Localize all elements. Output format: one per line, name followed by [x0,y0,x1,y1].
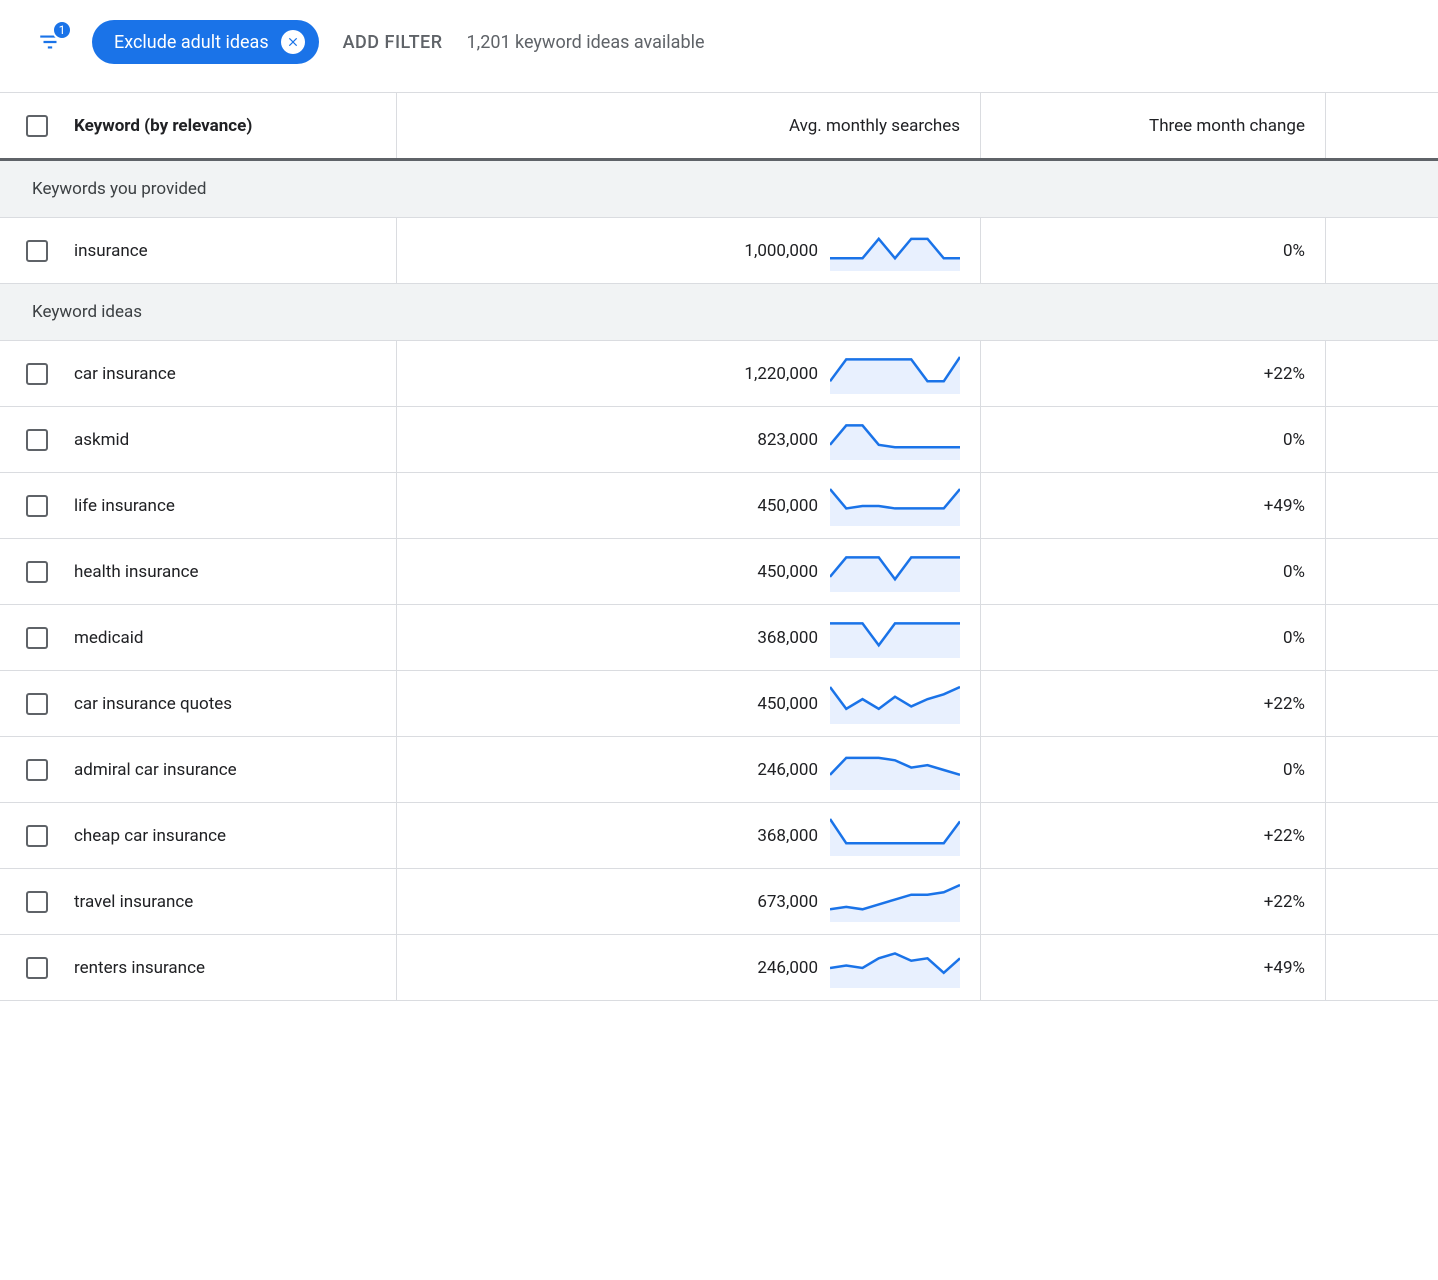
extra-cell [1325,737,1438,802]
row-checkbox[interactable] [26,825,48,847]
searches-value: 368,000 [757,826,818,846]
change-cell: +22% [980,341,1325,406]
change-cell: +22% [980,869,1325,934]
keyword-cell[interactable]: askmid [74,407,396,472]
table-row: health insurance 450,000 0% [0,539,1438,605]
searches-cell: 368,000 [396,605,980,670]
keyword-cell[interactable]: medicaid [74,605,396,670]
change-cell: +49% [980,935,1325,1000]
row-checkbox[interactable] [26,891,48,913]
section-header: Keyword ideas [0,284,1438,341]
searches-cell: 1,220,000 [396,341,980,406]
row-checkbox[interactable] [26,363,48,385]
table-row: askmid 823,000 0% [0,407,1438,473]
searches-cell: 1,000,000 [396,218,980,283]
keyword-cell[interactable]: travel insurance [74,869,396,934]
table-row: admiral car insurance 246,000 0% [0,737,1438,803]
keyword-availability-text: 1,201 keyword ideas available [467,32,705,53]
header-change[interactable]: Three month change [980,93,1325,158]
table-row: medicaid 368,000 0% [0,605,1438,671]
table-row: car insurance quotes 450,000 +22% [0,671,1438,737]
extra-cell [1325,407,1438,472]
row-checkbox[interactable] [26,429,48,451]
searches-cell: 823,000 [396,407,980,472]
change-cell: 0% [980,737,1325,802]
searches-value: 1,220,000 [744,364,818,384]
extra-cell [1325,605,1438,670]
row-checkbox[interactable] [26,957,48,979]
change-cell: 0% [980,605,1325,670]
searches-cell: 246,000 [396,737,980,802]
searches-value: 368,000 [757,628,818,648]
table-row: life insurance 450,000 +49% [0,473,1438,539]
keyword-cell[interactable]: car insurance [74,341,396,406]
change-cell: +22% [980,671,1325,736]
filter-badge-count: 1 [52,20,72,40]
row-checkbox[interactable] [26,627,48,649]
keyword-cell[interactable]: cheap car insurance [74,803,396,868]
change-cell: +22% [980,803,1325,868]
extra-cell [1325,341,1438,406]
table-header-row: Keyword (by relevance) Avg. monthly sear… [0,93,1438,161]
filter-bar: 1 Exclude adult ideas ADD FILTER 1,201 k… [0,0,1438,93]
keyword-cell[interactable]: insurance [74,218,396,283]
close-icon[interactable] [281,30,305,54]
row-checkbox[interactable] [26,495,48,517]
searches-value: 1,000,000 [744,241,818,261]
table-row: insurance 1,000,000 0% [0,218,1438,284]
change-cell: +49% [980,473,1325,538]
filter-icon[interactable]: 1 [32,24,68,60]
section-header: Keywords you provided [0,161,1438,218]
searches-value: 673,000 [757,892,818,912]
header-searches[interactable]: Avg. monthly searches [396,93,980,158]
searches-value: 450,000 [757,496,818,516]
keyword-cell[interactable]: life insurance [74,473,396,538]
row-checkbox[interactable] [26,240,48,262]
extra-cell [1325,935,1438,1000]
searches-value: 823,000 [757,430,818,450]
table-row: travel insurance 673,000 +22% [0,869,1438,935]
change-cell: 0% [980,218,1325,283]
row-checkbox[interactable] [26,759,48,781]
keyword-cell[interactable]: car insurance quotes [74,671,396,736]
extra-cell [1325,869,1438,934]
keyword-table: Keyword (by relevance) Avg. monthly sear… [0,93,1438,1001]
extra-cell [1325,539,1438,604]
keyword-cell[interactable]: renters insurance [74,935,396,1000]
add-filter-button[interactable]: ADD FILTER [343,32,443,53]
searches-value: 450,000 [757,562,818,582]
keyword-cell[interactable]: admiral car insurance [74,737,396,802]
header-keyword[interactable]: Keyword (by relevance) [74,116,396,136]
searches-cell: 450,000 [396,671,980,736]
table-row: car insurance 1,220,000 +22% [0,341,1438,407]
header-extra [1325,93,1438,158]
select-all-checkbox[interactable] [26,115,48,137]
searches-value: 246,000 [757,958,818,978]
searches-cell: 246,000 [396,935,980,1000]
row-checkbox[interactable] [26,561,48,583]
searches-value: 450,000 [757,694,818,714]
filter-chip-exclude-adult[interactable]: Exclude adult ideas [92,20,319,64]
searches-cell: 673,000 [396,869,980,934]
searches-value: 246,000 [757,760,818,780]
searches-cell: 368,000 [396,803,980,868]
extra-cell [1325,803,1438,868]
extra-cell [1325,473,1438,538]
change-cell: 0% [980,407,1325,472]
table-row: cheap car insurance 368,000 +22% [0,803,1438,869]
filter-chip-label: Exclude adult ideas [114,32,269,53]
row-checkbox[interactable] [26,693,48,715]
keyword-cell[interactable]: health insurance [74,539,396,604]
searches-cell: 450,000 [396,473,980,538]
table-row: renters insurance 246,000 +49% [0,935,1438,1001]
change-cell: 0% [980,539,1325,604]
extra-cell [1325,671,1438,736]
searches-cell: 450,000 [396,539,980,604]
extra-cell [1325,218,1438,283]
